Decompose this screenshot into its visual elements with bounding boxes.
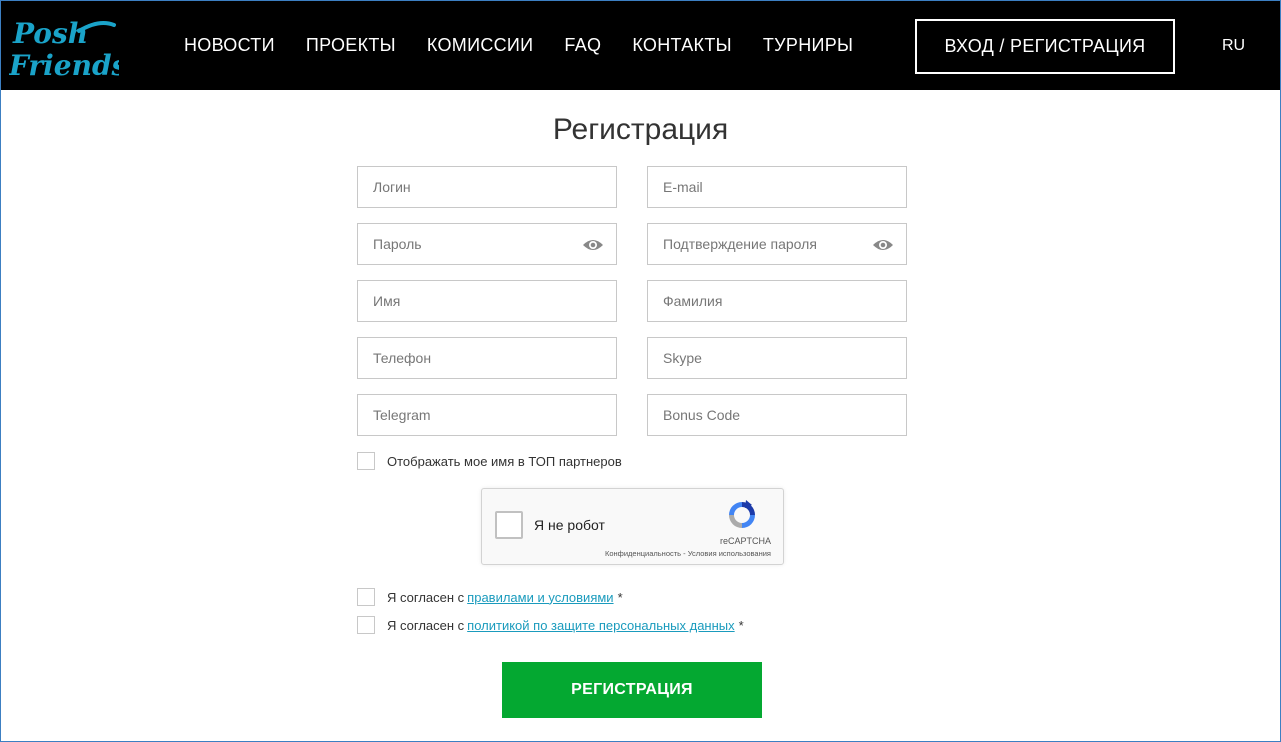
login-input[interactable] (358, 167, 616, 207)
phone-input[interactable] (358, 338, 616, 378)
show-in-top-label: Отображать мое имя в ТОП партнеров (387, 453, 622, 469)
recaptcha-brand: reCAPTCHA (719, 536, 771, 546)
site-header: Posh Friends НОВОСТИ ПРОЕКТЫ КОМИССИИ FA… (1, 1, 1280, 90)
rules-link[interactable]: правилами и условиями (467, 590, 613, 605)
skype-field-wrap (647, 337, 907, 379)
bonus-code-field-wrap (647, 394, 907, 436)
eye-icon[interactable] (582, 237, 604, 253)
first-name-field-wrap (357, 280, 617, 322)
recaptcha-widget: Я не робот reCAPTCHA Конфиденциальность … (481, 488, 784, 565)
telegram-input[interactable] (358, 395, 616, 435)
recaptcha-logo-icon (729, 500, 755, 528)
show-in-top-checkbox[interactable] (357, 452, 375, 470)
agree-privacy-label: Я согласен с (387, 617, 465, 633)
phone-field-wrap (357, 337, 617, 379)
eye-icon[interactable] (872, 237, 894, 253)
bonus-code-input[interactable] (648, 395, 906, 435)
password-field-wrap (357, 223, 617, 265)
svg-text:Friends: Friends (9, 49, 119, 82)
last-name-field-wrap (647, 280, 907, 322)
main-nav: НОВОСТИ ПРОЕКТЫ КОМИССИИ FAQ КОНТАКТЫ ТУ… (184, 35, 853, 56)
recaptcha-label: Я не робот (534, 517, 605, 533)
agree-privacy-row: Я согласен с политикой по защите персона… (357, 616, 744, 634)
nav-news[interactable]: НОВОСТИ (184, 35, 275, 56)
page-title: Регистрация (552, 113, 729, 146)
recaptcha-separator: - (681, 549, 688, 558)
email-field-wrap (647, 166, 907, 208)
agree-rules-row: Я согласен с правилами и условиями * (357, 588, 623, 606)
password-input[interactable] (358, 224, 616, 264)
required-mark: * (738, 617, 744, 633)
nav-commissions[interactable]: КОМИССИИ (427, 35, 534, 56)
login-field-wrap (357, 166, 617, 208)
agree-rules-checkbox[interactable] (357, 588, 375, 606)
agree-privacy-checkbox[interactable] (357, 616, 375, 634)
recaptcha-privacy-link[interactable]: Конфиденциальность (605, 549, 681, 558)
login-register-button[interactable]: ВХОД / РЕГИСТРАЦИЯ (915, 19, 1175, 74)
agree-rules-label: Я согласен с (387, 589, 465, 605)
recaptcha-checkbox[interactable] (495, 511, 523, 539)
show-in-top-row: Отображать мое имя в ТОП партнеров (357, 452, 622, 470)
required-mark: * (617, 589, 623, 605)
skype-input[interactable] (648, 338, 906, 378)
password-confirm-input[interactable] (648, 224, 906, 264)
recaptcha-links: Конфиденциальность - Условия использован… (605, 549, 771, 558)
nav-faq[interactable]: FAQ (564, 35, 601, 56)
recaptcha-terms-link[interactable]: Условия использования (688, 549, 771, 558)
first-name-input[interactable] (358, 281, 616, 321)
posh-friends-logo[interactable]: Posh Friends (8, 13, 128, 83)
nav-tournaments[interactable]: ТУРНИРЫ (763, 35, 853, 56)
last-name-input[interactable] (648, 281, 906, 321)
language-switcher[interactable]: RU (1222, 37, 1245, 55)
privacy-policy-link[interactable]: политикой по защите персональных данных (467, 618, 734, 633)
svg-text:Posh: Posh (12, 17, 88, 50)
telegram-field-wrap (357, 394, 617, 436)
register-submit-button[interactable]: РЕГИСТРАЦИЯ (502, 662, 762, 718)
password-confirm-field-wrap (647, 223, 907, 265)
email-input[interactable] (648, 167, 906, 207)
nav-projects[interactable]: ПРОЕКТЫ (306, 35, 396, 56)
nav-contacts[interactable]: КОНТАКТЫ (632, 35, 732, 56)
logo-icon: Posh Friends (8, 17, 128, 82)
